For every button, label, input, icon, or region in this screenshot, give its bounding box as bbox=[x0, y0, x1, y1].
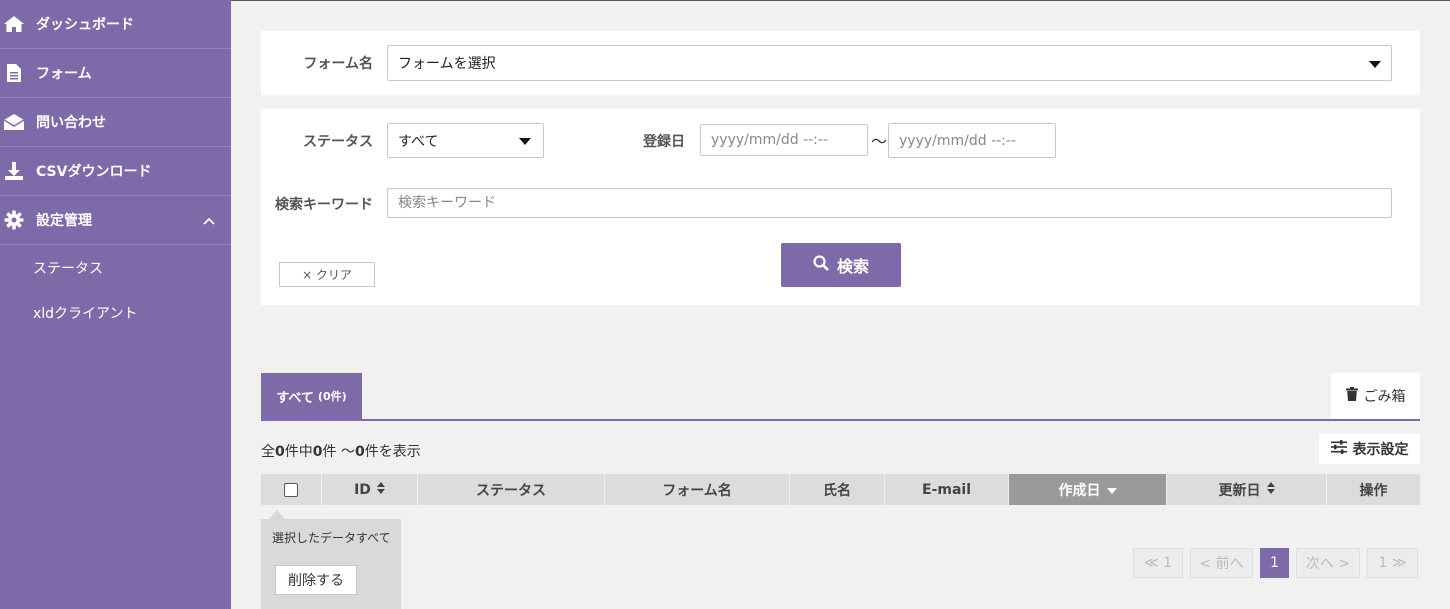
sidebar-item-settings[interactable]: 設定管理 bbox=[0, 196, 231, 245]
column-header-id[interactable]: ID bbox=[322, 474, 418, 505]
sidebar-item-inquiries[interactable]: 問い合わせ bbox=[0, 98, 231, 147]
sidebar-item-csv-download[interactable]: CSVダウンロード bbox=[0, 147, 231, 196]
pagination-next[interactable]: 次へ > bbox=[1296, 548, 1360, 578]
column-header-created-date[interactable]: 作成日 bbox=[1009, 474, 1167, 505]
sidebar: ダッシュボード フォーム 問い合わせ CSVダウンロード 設定管理 ステータス … bbox=[0, 0, 231, 609]
search-button[interactable]: 検索 bbox=[781, 243, 901, 287]
sidebar-item-label: CSVダウンロード bbox=[36, 164, 152, 180]
sidebar-subitem-status[interactable]: ステータス bbox=[0, 245, 231, 290]
status-value: すべて bbox=[398, 133, 439, 150]
sidebar-subitem-label: ステータス bbox=[33, 260, 103, 277]
chevron-up-icon[interactable] bbox=[203, 213, 215, 229]
column-header-updated-date[interactable]: 更新日 bbox=[1167, 474, 1327, 505]
pagination-prev[interactable]: < 前へ bbox=[1190, 548, 1253, 578]
sliders-icon bbox=[1330, 440, 1347, 458]
trash-button-label: ごみ箱 bbox=[1363, 389, 1406, 405]
bulk-action-title: 選択したデータすべて bbox=[272, 531, 391, 545]
keyword-label: 検索キーワード bbox=[275, 197, 373, 213]
document-icon bbox=[2, 62, 26, 84]
sidebar-item-label: 設定管理 bbox=[36, 213, 92, 229]
sidebar-item-label: フォーム bbox=[36, 66, 92, 82]
sidebar-item-dashboard[interactable]: ダッシュボード bbox=[0, 0, 231, 49]
delete-button[interactable]: 削除する bbox=[275, 565, 357, 595]
sidebar-item-label: 問い合わせ bbox=[36, 115, 106, 131]
form-name-value: フォームを選択 bbox=[398, 56, 496, 72]
status-label: ステータス bbox=[303, 134, 373, 150]
download-icon bbox=[2, 160, 26, 182]
column-header-name[interactable]: 氏名 bbox=[790, 474, 885, 505]
registered-date-label: 登録日 bbox=[643, 134, 685, 150]
search-panel: ステータス すべて 登録日 〜 検索キーワード × クリア 検索 bbox=[261, 109, 1420, 305]
tab-all-label: すべて bbox=[276, 390, 314, 406]
form-select-panel: フォーム名 フォームを選択 bbox=[261, 31, 1420, 95]
sort-icon bbox=[376, 481, 385, 498]
column-header-form-name[interactable]: フォーム名 bbox=[605, 474, 790, 505]
sort-desc-icon bbox=[1106, 482, 1117, 498]
column-header-status[interactable]: ステータス bbox=[418, 474, 605, 505]
home-icon bbox=[2, 13, 26, 35]
sidebar-subitem-label: xldクライアント bbox=[33, 305, 138, 322]
pagination-last[interactable]: 1 ≫ bbox=[1367, 548, 1418, 578]
trash-button[interactable]: ごみ箱 bbox=[1331, 373, 1420, 419]
envelope-icon bbox=[2, 111, 26, 133]
tab-all-count: (0件) bbox=[317, 390, 347, 403]
form-name-select[interactable]: フォームを選択 bbox=[387, 45, 1392, 81]
status-select[interactable]: すべて bbox=[387, 123, 544, 158]
display-settings-label: 表示設定 bbox=[1352, 442, 1409, 458]
clear-button[interactable]: × クリア bbox=[279, 262, 375, 287]
trash-icon bbox=[1345, 387, 1358, 405]
sidebar-item-label: ダッシュボード bbox=[36, 17, 134, 33]
sidebar-item-form[interactable]: フォーム bbox=[0, 49, 231, 98]
date-to-input[interactable] bbox=[888, 123, 1056, 158]
caret-down-icon bbox=[1369, 61, 1381, 68]
bulk-action-popover: 選択したデータすべて 削除する bbox=[261, 510, 401, 609]
search-icon bbox=[813, 255, 829, 275]
sort-icon bbox=[1266, 481, 1275, 498]
tab-all[interactable]: すべて (0件) bbox=[261, 373, 362, 419]
column-header-actions: 操作 bbox=[1359, 482, 1388, 499]
pagination-first[interactable]: ≪ 1 bbox=[1133, 548, 1183, 578]
select-all-cell bbox=[261, 474, 322, 505]
search-button-label: 検索 bbox=[836, 257, 869, 276]
tab-underline bbox=[261, 419, 1420, 421]
column-header-email[interactable]: E-mail bbox=[885, 474, 1009, 505]
result-count-text: 全0件中0件 〜0件を表示 bbox=[261, 444, 421, 460]
caret-down-icon bbox=[519, 138, 531, 145]
main-content: フォーム名 フォームを選択 ステータス すべて 登録日 〜 検索キーワード × … bbox=[231, 0, 1450, 609]
date-range-separator: 〜 bbox=[871, 132, 888, 151]
select-all-checkbox[interactable] bbox=[284, 482, 298, 497]
form-name-label: フォーム名 bbox=[303, 56, 373, 72]
display-settings-button[interactable]: 表示設定 bbox=[1319, 434, 1420, 464]
gear-icon bbox=[2, 209, 26, 231]
clear-button-label: × クリア bbox=[302, 268, 352, 282]
delete-button-label: 削除する bbox=[288, 573, 344, 589]
pagination-page-1[interactable]: 1 bbox=[1260, 548, 1289, 578]
keyword-input[interactable] bbox=[387, 188, 1392, 218]
sidebar-subitem-xld-client[interactable]: xldクライアント bbox=[0, 290, 231, 335]
table-header: ID ステータス フォーム名 氏名 E-mail 作成日 更新日 操作 bbox=[261, 474, 1420, 505]
date-from-input[interactable] bbox=[700, 124, 868, 156]
